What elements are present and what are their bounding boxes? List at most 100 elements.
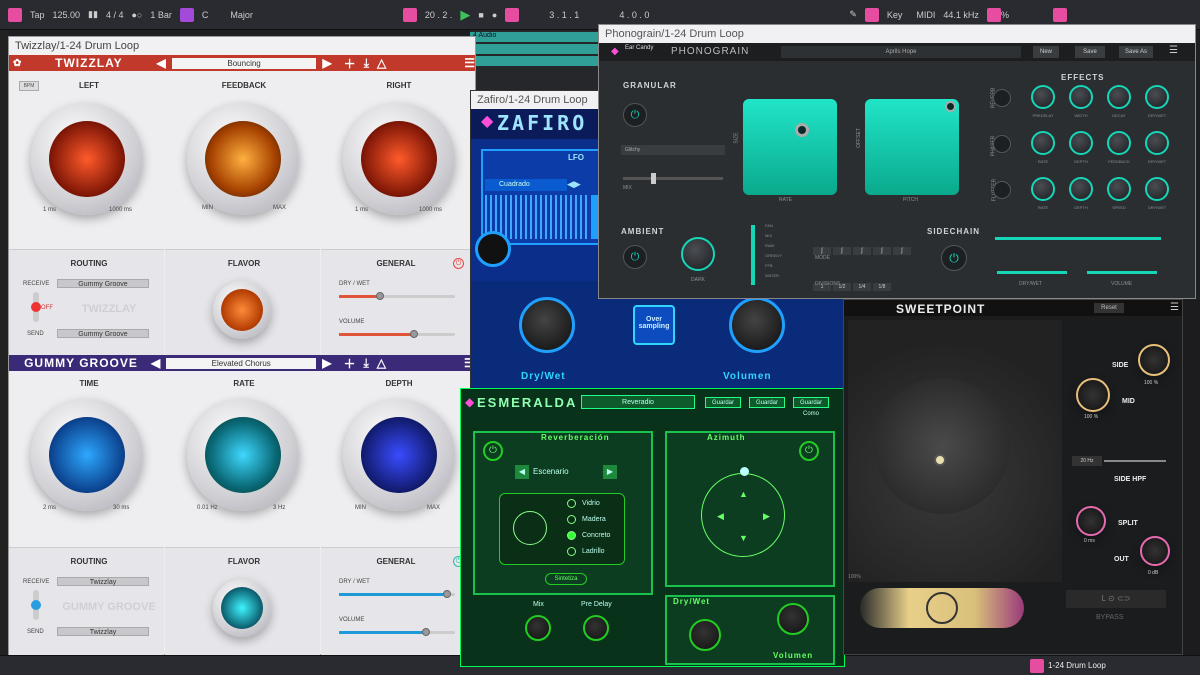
track-header[interactable]: 4 Audio xyxy=(470,32,600,42)
add-icon[interactable]: ＋ xyxy=(344,55,356,72)
volume-knob[interactable] xyxy=(729,297,785,353)
reverb-power-icon[interactable]: ⏻ xyxy=(483,441,503,461)
download-icon[interactable]: ⤓ xyxy=(363,356,368,371)
fx-knob[interactable] xyxy=(1107,177,1131,201)
quantize-select[interactable]: 1 Bar xyxy=(150,10,172,20)
mode-option[interactable]: GREEDY xyxy=(765,253,782,263)
material-option[interactable]: Vidrio xyxy=(567,495,627,511)
key-select[interactable]: C xyxy=(202,10,209,20)
division-button[interactable]: 1/8 xyxy=(873,283,891,291)
drywet-knob[interactable] xyxy=(689,619,721,651)
right-knob[interactable] xyxy=(343,103,455,215)
arrow-left-icon[interactable]: ◀ xyxy=(717,511,724,522)
radio-icon[interactable] xyxy=(567,546,576,556)
mid-knob[interactable] xyxy=(1076,378,1110,412)
material-option[interactable]: Concreto xyxy=(567,527,627,543)
save-as-button[interactable]: Save As xyxy=(1119,46,1153,58)
left-knob[interactable] xyxy=(31,103,143,215)
download-icon[interactable]: ⤓ xyxy=(364,56,369,71)
drywet-slider[interactable] xyxy=(339,590,455,598)
receive-select[interactable]: Gummy Groove xyxy=(57,279,149,288)
material-option[interactable]: Ladrillo xyxy=(567,543,627,559)
key-toggle-icon[interactable] xyxy=(864,7,879,22)
curve-button[interactable]: ∫ xyxy=(893,247,911,255)
record-button-icon[interactable]: ● xyxy=(492,10,497,20)
volume-slider[interactable] xyxy=(1087,271,1157,274)
preset-select[interactable]: Bouncing xyxy=(171,57,317,69)
reset-button[interactable]: Reset xyxy=(1094,303,1124,313)
bpm-field[interactable]: 125.00 xyxy=(53,10,81,20)
range-slider[interactable] xyxy=(995,237,1161,240)
curve-button[interactable]: ∫ xyxy=(853,247,871,255)
out-knob[interactable] xyxy=(1140,536,1170,566)
mix-knob[interactable] xyxy=(525,615,551,641)
current-track[interactable]: 1-24 Drum Loop xyxy=(1048,661,1106,670)
scene-select[interactable]: Escenario xyxy=(533,467,569,476)
side-knob[interactable] xyxy=(1138,344,1170,376)
time-signature[interactable]: 4 / 4 xyxy=(106,10,124,20)
edit-icon[interactable]: ✎ xyxy=(849,9,857,20)
send-select[interactable]: Twizzlay xyxy=(57,627,149,636)
fx-knob[interactable] xyxy=(1145,131,1169,155)
shape-select[interactable]: Cuadrado xyxy=(485,179,567,191)
metronome-icon[interactable]: ▮▮ xyxy=(88,9,98,20)
radio-icon[interactable] xyxy=(567,498,576,508)
window-title[interactable]: Zafiro/1-24 Drum Loop xyxy=(471,91,606,109)
mode-option[interactable]: MIX xyxy=(765,233,782,243)
radio-icon[interactable] xyxy=(567,514,576,524)
phaser-toggle[interactable] xyxy=(993,135,1011,153)
volume-slider[interactable] xyxy=(339,330,455,338)
stop-icon[interactable]: ■ xyxy=(478,10,483,20)
oversampling-button[interactable]: Over sampling xyxy=(633,305,675,345)
window-title[interactable]: Twizzlay/1-24 Drum Loop xyxy=(9,37,475,55)
menu-icon[interactable]: ☰ xyxy=(1169,45,1178,56)
flavor-knob[interactable] xyxy=(213,281,271,339)
scale-select[interactable]: Major xyxy=(230,10,253,20)
dark-knob[interactable] xyxy=(681,237,715,271)
save-button-2[interactable]: Guardar xyxy=(749,397,785,408)
scene-next-icon[interactable]: ▶ xyxy=(603,465,617,479)
fx-knob[interactable] xyxy=(1107,131,1131,155)
prev-preset-icon[interactable]: ◀ xyxy=(156,56,165,70)
warning-icon[interactable]: △ xyxy=(377,356,386,370)
save-button[interactable]: Save xyxy=(1075,46,1105,58)
mode-option[interactable]: RAW xyxy=(765,243,782,253)
shape-arrows-icon[interactable]: ◀▶ xyxy=(567,179,581,190)
quantize-icon[interactable]: ●○ xyxy=(131,10,142,20)
key-icon[interactable] xyxy=(179,7,194,22)
arrow-up-icon[interactable]: ▲ xyxy=(739,489,748,499)
fx-knob[interactable] xyxy=(1069,131,1093,155)
mode-option[interactable]: FAN xyxy=(765,223,782,233)
bpm-toggle[interactable]: BPM xyxy=(19,81,39,91)
arrow-right-icon[interactable]: ▶ xyxy=(763,511,770,522)
flavor-knob[interactable] xyxy=(213,579,271,637)
power-icon[interactable]: ⏻ xyxy=(453,258,464,269)
radio-icon[interactable] xyxy=(567,530,576,540)
mixer-icon[interactable] xyxy=(1052,7,1067,22)
preset-select[interactable]: Elevated Chorus xyxy=(166,357,317,369)
warning-icon[interactable]: △ xyxy=(377,56,386,70)
material-option[interactable]: Madera xyxy=(567,511,627,527)
synth-button[interactable]: Sintetiza xyxy=(545,573,587,585)
field-handle[interactable] xyxy=(934,454,946,466)
volume-slider[interactable] xyxy=(339,628,455,636)
scene-prev-icon[interactable]: ◀ xyxy=(515,465,529,479)
drywet-slider[interactable] xyxy=(339,292,455,300)
window-title[interactable]: Phonograin/1-24 Drum Loop xyxy=(599,25,1195,43)
save-button[interactable]: Guardar xyxy=(705,397,741,408)
depth-knob[interactable] xyxy=(343,399,455,511)
azimuth-power-icon[interactable]: ⏻ xyxy=(799,441,819,461)
fx-knob[interactable] xyxy=(1107,85,1131,109)
preset-select[interactable]: Aprils Hope xyxy=(781,46,1021,58)
feedback-knob[interactable] xyxy=(187,103,299,215)
rate-size-pad[interactable] xyxy=(743,99,837,195)
menu-icon[interactable]: ☰ xyxy=(464,56,475,70)
split-knob[interactable] xyxy=(1076,506,1106,536)
time-knob[interactable] xyxy=(31,399,143,511)
link-toggle-icon[interactable]: L ⊙ ⊂⊃ xyxy=(1066,590,1166,608)
rate-knob[interactable] xyxy=(187,399,299,511)
azimuth-handle[interactable] xyxy=(740,467,749,476)
fx-knob[interactable] xyxy=(1031,131,1055,155)
azimuth-circle[interactable] xyxy=(701,473,785,557)
division-button[interactable]: 1/4 xyxy=(853,283,871,291)
